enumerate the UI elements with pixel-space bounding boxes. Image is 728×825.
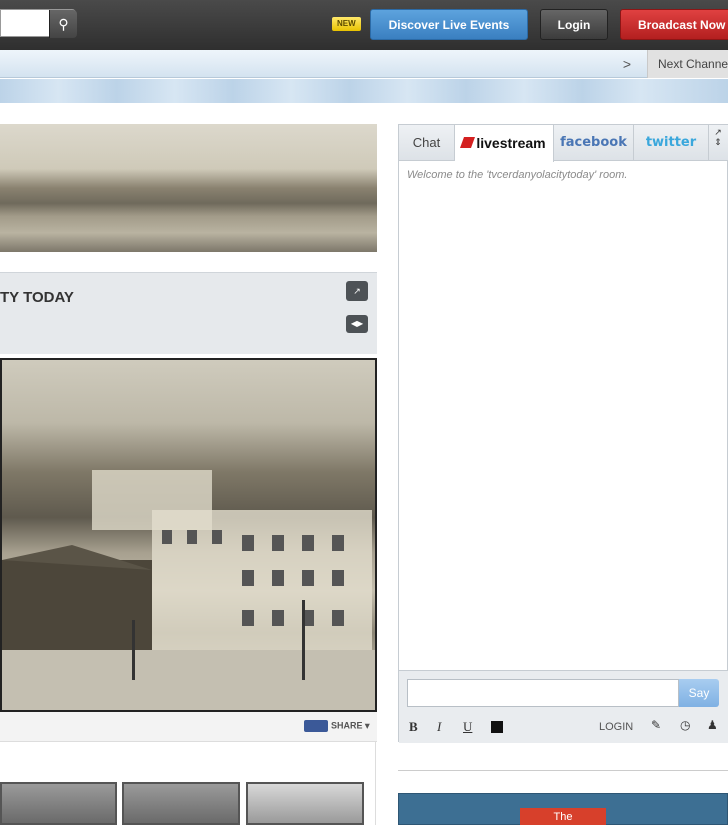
expand-button[interactable]: ◀▶ bbox=[346, 315, 368, 333]
search-button[interactable]: ⚲ bbox=[49, 10, 77, 38]
tab-livestream-label: livestream bbox=[476, 135, 546, 151]
bold-button[interactable]: B bbox=[409, 719, 418, 735]
player-header: TY TODAY ↗ ◀▶ bbox=[0, 272, 377, 354]
video-scene bbox=[2, 470, 375, 710]
expand-arrows-icon: ◀▶ bbox=[350, 319, 364, 328]
thumbnail-2[interactable] bbox=[122, 782, 240, 825]
chat-welcome-message: Welcome to the 'tvcerdanyolacitytoday' r… bbox=[407, 169, 628, 181]
page: ⚲ NEW Discover Live Events Login Broadca… bbox=[0, 0, 728, 825]
top-nav-bar: ⚲ NEW Discover Live Events Login Broadca… bbox=[0, 0, 728, 50]
decorative-banner bbox=[0, 79, 728, 103]
tab-facebook[interactable]: facebook bbox=[554, 125, 634, 161]
share-label: SHARE ▾ bbox=[331, 720, 370, 731]
livestream-logo-icon bbox=[460, 137, 476, 148]
broadcast-now-button[interactable]: Broadcast Now bbox=[620, 9, 728, 40]
color-picker-button[interactable] bbox=[491, 721, 503, 733]
popout-chat-icon[interactable]: ↗ ⇕ bbox=[711, 127, 725, 147]
tab-twitter[interactable]: twitter bbox=[634, 125, 709, 161]
promo-tag: The bbox=[520, 808, 606, 825]
column-divider bbox=[375, 742, 376, 825]
thumbnail-1[interactable] bbox=[0, 782, 117, 825]
search-box[interactable]: ⚲ bbox=[0, 9, 77, 38]
thumbnail-3[interactable] bbox=[246, 782, 364, 825]
login-button[interactable]: Login bbox=[540, 9, 608, 40]
popout-icon: ↗ bbox=[353, 286, 361, 296]
chat-compose: Say B I U LOGIN ✎ ◷ ♟ bbox=[399, 670, 728, 743]
popout-button[interactable]: ↗ bbox=[346, 281, 368, 301]
search-icon: ⚲ bbox=[58, 16, 69, 32]
related-thumbnails bbox=[0, 782, 377, 825]
share-button[interactable]: SHARE ▾ bbox=[304, 720, 370, 732]
promo-panel[interactable]: The bbox=[398, 793, 728, 825]
chat-tabs: Chat livestream facebook twitter ↗ ⇕ bbox=[399, 125, 728, 162]
section-divider bbox=[398, 770, 728, 771]
discover-live-events-button[interactable]: Discover Live Events bbox=[370, 9, 528, 40]
tab-livestream[interactable]: livestream bbox=[455, 125, 554, 162]
chevron-right-icon[interactable]: > bbox=[612, 54, 642, 74]
chat-panel: Chat livestream facebook twitter ↗ ⇕ Welc… bbox=[398, 124, 728, 743]
channel-nav-bar: > Next Channel bbox=[0, 50, 728, 78]
channel-title: TY TODAY bbox=[0, 289, 74, 306]
chat-login-button[interactable]: LOGIN bbox=[599, 721, 633, 733]
next-channel-button[interactable]: Next Channel bbox=[647, 50, 728, 78]
video-player[interactable] bbox=[0, 358, 377, 712]
underline-button[interactable]: U bbox=[463, 719, 472, 735]
video-frame bbox=[2, 360, 375, 710]
tab-chat[interactable]: Chat bbox=[399, 125, 455, 161]
user-icon[interactable]: ♟ bbox=[707, 718, 718, 732]
channel-header-photo bbox=[0, 124, 377, 252]
italic-button[interactable]: I bbox=[437, 719, 441, 735]
clock-icon[interactable]: ◷ bbox=[680, 718, 690, 732]
new-badge: NEW bbox=[332, 17, 361, 31]
chat-message-input[interactable] bbox=[407, 679, 679, 707]
say-button[interactable]: Say bbox=[679, 679, 719, 707]
video-toolbar: SHARE ▾ bbox=[0, 712, 377, 742]
social-share-icon bbox=[304, 720, 328, 732]
pencil-icon[interactable]: ✎ bbox=[651, 718, 661, 732]
